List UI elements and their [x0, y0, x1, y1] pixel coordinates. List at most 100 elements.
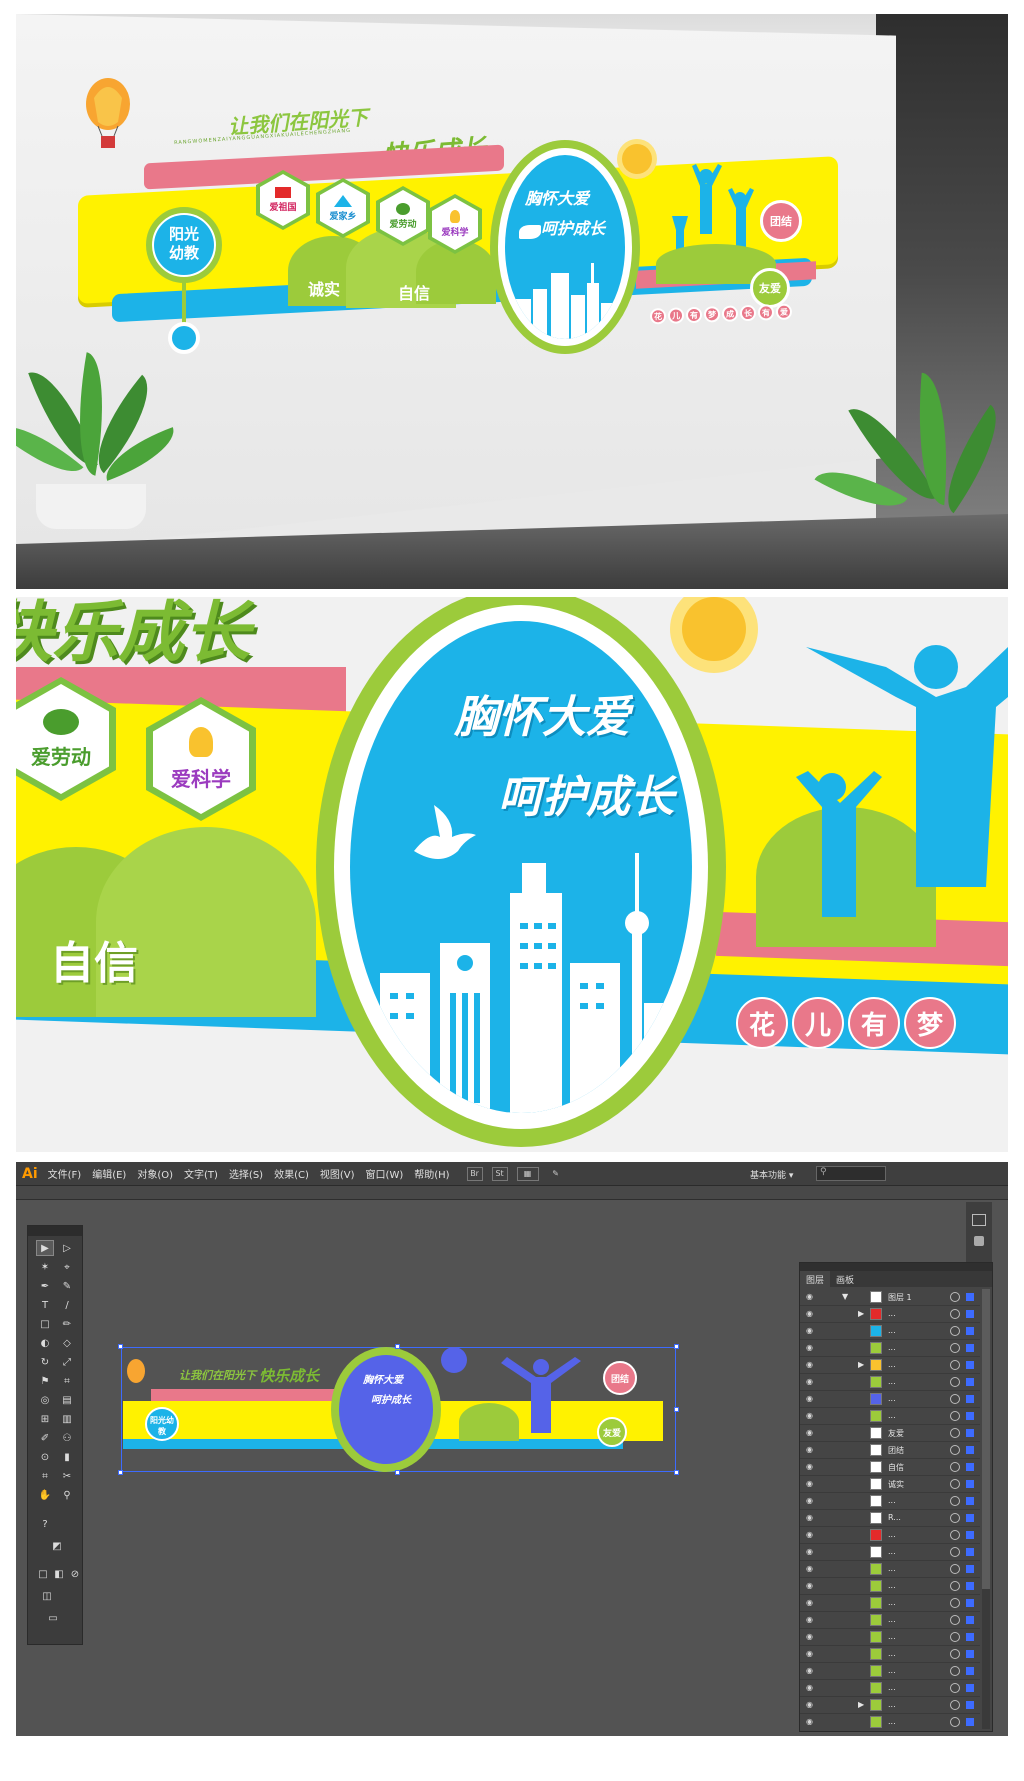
- target-icon[interactable]: [950, 1649, 960, 1659]
- help-icon[interactable]: ?: [36, 1516, 54, 1532]
- menu-window[interactable]: 窗口(W): [366, 1166, 404, 1181]
- layer-row[interactable]: ◉...: [800, 1595, 980, 1612]
- target-icon[interactable]: [950, 1717, 960, 1727]
- selection-square-icon[interactable]: [966, 1378, 974, 1386]
- target-icon[interactable]: [950, 1564, 960, 1574]
- layer-row[interactable]: ◉...: [800, 1646, 980, 1663]
- zoom-tool-icon[interactable]: ⚲: [58, 1487, 76, 1503]
- selection-square-icon[interactable]: [966, 1684, 974, 1692]
- tab-artboards[interactable]: 画板: [830, 1271, 860, 1287]
- selection-square-icon[interactable]: [966, 1633, 974, 1641]
- layer-row[interactable]: ◉ R...: [800, 1510, 980, 1527]
- visibility-eye-icon[interactable]: ◉: [806, 1293, 816, 1301]
- layer-row-top[interactable]: ◉ ▼ 图层 1: [800, 1289, 980, 1306]
- visibility-eye-icon[interactable]: ◉: [806, 1497, 816, 1505]
- selection-square-icon[interactable]: [966, 1514, 974, 1522]
- selection-square-icon[interactable]: [966, 1361, 974, 1369]
- visibility-eye-icon[interactable]: ◉: [806, 1310, 816, 1318]
- rectangle-tool-icon[interactable]: □: [36, 1316, 54, 1332]
- blend-tool-icon[interactable]: ⚇: [58, 1430, 76, 1446]
- scale-tool-icon[interactable]: ⤢: [58, 1354, 76, 1370]
- none-mode-icon[interactable]: ⊘: [66, 1566, 84, 1582]
- arrange-documents-icon[interactable]: ▦: [516, 1166, 539, 1181]
- selection-square-icon[interactable]: [966, 1548, 974, 1556]
- layer-row[interactable]: ◉...: [800, 1629, 980, 1646]
- target-icon[interactable]: [950, 1479, 960, 1489]
- selection-square-icon[interactable]: [966, 1531, 974, 1539]
- layer-row[interactable]: ◉...: [800, 1391, 980, 1408]
- selection-square-icon[interactable]: [966, 1293, 974, 1301]
- target-icon[interactable]: [950, 1309, 960, 1319]
- layer-row[interactable]: ◉...: [800, 1544, 980, 1561]
- tab-layers[interactable]: 图层: [800, 1271, 831, 1287]
- visibility-eye-icon[interactable]: ◉: [806, 1701, 816, 1709]
- layer-row[interactable]: ◉...: [800, 1374, 980, 1391]
- target-icon[interactable]: [950, 1445, 960, 1455]
- lasso-tool-icon[interactable]: ⌖: [58, 1259, 76, 1275]
- expand-triangle-icon[interactable]: ▶: [858, 1309, 864, 1318]
- target-icon[interactable]: [950, 1394, 960, 1404]
- layers-scrollbar[interactable]: [982, 1289, 990, 1729]
- visibility-eye-icon[interactable]: ◉: [806, 1633, 816, 1641]
- layer-row[interactable]: ◉...: [800, 1493, 980, 1510]
- layer-row[interactable]: ◉...: [800, 1578, 980, 1595]
- visibility-eye-icon[interactable]: ◉: [806, 1582, 816, 1590]
- visibility-eye-icon[interactable]: ◉: [806, 1361, 816, 1369]
- layer-row[interactable]: ◉...: [800, 1340, 980, 1357]
- layer-row[interactable]: ◉...: [800, 1663, 980, 1680]
- layer-row[interactable]: ◉...: [800, 1714, 980, 1729]
- paintbrush-tool-icon[interactable]: ✏: [58, 1316, 76, 1332]
- target-icon[interactable]: [950, 1598, 960, 1608]
- target-icon[interactable]: [950, 1462, 960, 1472]
- mesh-tool-icon[interactable]: ⊞: [36, 1411, 54, 1427]
- selection-square-icon[interactable]: [966, 1310, 974, 1318]
- selection-square-icon[interactable]: [966, 1480, 974, 1488]
- menu-view[interactable]: 视图(V): [320, 1166, 355, 1181]
- target-icon[interactable]: [950, 1496, 960, 1506]
- target-icon[interactable]: [950, 1683, 960, 1693]
- line-tool-icon[interactable]: /: [58, 1297, 76, 1313]
- target-icon[interactable]: [950, 1513, 960, 1523]
- layer-row[interactable]: ◉...: [800, 1680, 980, 1697]
- target-icon[interactable]: [950, 1666, 960, 1676]
- symbols-icon[interactable]: [974, 1236, 984, 1246]
- gradient-tool-icon[interactable]: ▥: [58, 1411, 76, 1427]
- visibility-eye-icon[interactable]: ◉: [806, 1429, 816, 1437]
- layer-row[interactable]: ◉ ▶...: [800, 1306, 980, 1323]
- selection-handle[interactable]: [395, 1470, 400, 1475]
- visibility-eye-icon[interactable]: ◉: [806, 1650, 816, 1658]
- visibility-eye-icon[interactable]: ◉: [806, 1616, 816, 1624]
- selection-square-icon[interactable]: [966, 1582, 974, 1590]
- selection-square-icon[interactable]: [966, 1599, 974, 1607]
- visibility-eye-icon[interactable]: ◉: [806, 1565, 816, 1573]
- layer-row[interactable]: ◉...: [800, 1612, 980, 1629]
- selection-square-icon[interactable]: [966, 1650, 974, 1658]
- selection-square-icon[interactable]: [966, 1667, 974, 1675]
- menu-file[interactable]: 文件(F): [48, 1166, 82, 1181]
- expand-triangle-icon[interactable]: ▶: [858, 1700, 864, 1709]
- expand-triangle-icon[interactable]: ▼: [842, 1292, 848, 1301]
- target-icon[interactable]: [950, 1343, 960, 1353]
- visibility-eye-icon[interactable]: ◉: [806, 1378, 816, 1386]
- target-icon[interactable]: [950, 1360, 960, 1370]
- selection-square-icon[interactable]: [966, 1463, 974, 1471]
- target-icon[interactable]: [950, 1428, 960, 1438]
- selection-square-icon[interactable]: [966, 1565, 974, 1573]
- stock-button[interactable]: St: [491, 1166, 508, 1181]
- visibility-eye-icon[interactable]: ◉: [806, 1599, 816, 1607]
- column-graph-tool-icon[interactable]: ▮: [58, 1449, 76, 1465]
- visibility-eye-icon[interactable]: ◉: [806, 1531, 816, 1539]
- target-icon[interactable]: [950, 1326, 960, 1336]
- eraser-tool-icon[interactable]: ◇: [58, 1335, 76, 1351]
- selection-square-icon[interactable]: [966, 1327, 974, 1335]
- eyedropper-tool-icon[interactable]: ✐: [36, 1430, 54, 1446]
- screen-mode-icon[interactable]: ▭: [44, 1610, 62, 1626]
- fill-stroke-icon[interactable]: ◩: [48, 1538, 66, 1554]
- expand-triangle-icon[interactable]: ▶: [858, 1360, 864, 1369]
- visibility-eye-icon[interactable]: ◉: [806, 1667, 816, 1675]
- visibility-eye-icon[interactable]: ◉: [806, 1463, 816, 1471]
- layer-row[interactable]: ◉ 诚实: [800, 1476, 980, 1493]
- target-icon[interactable]: [950, 1615, 960, 1625]
- layer-row[interactable]: ◉...: [800, 1561, 980, 1578]
- menu-effect[interactable]: 效果(C): [274, 1166, 309, 1181]
